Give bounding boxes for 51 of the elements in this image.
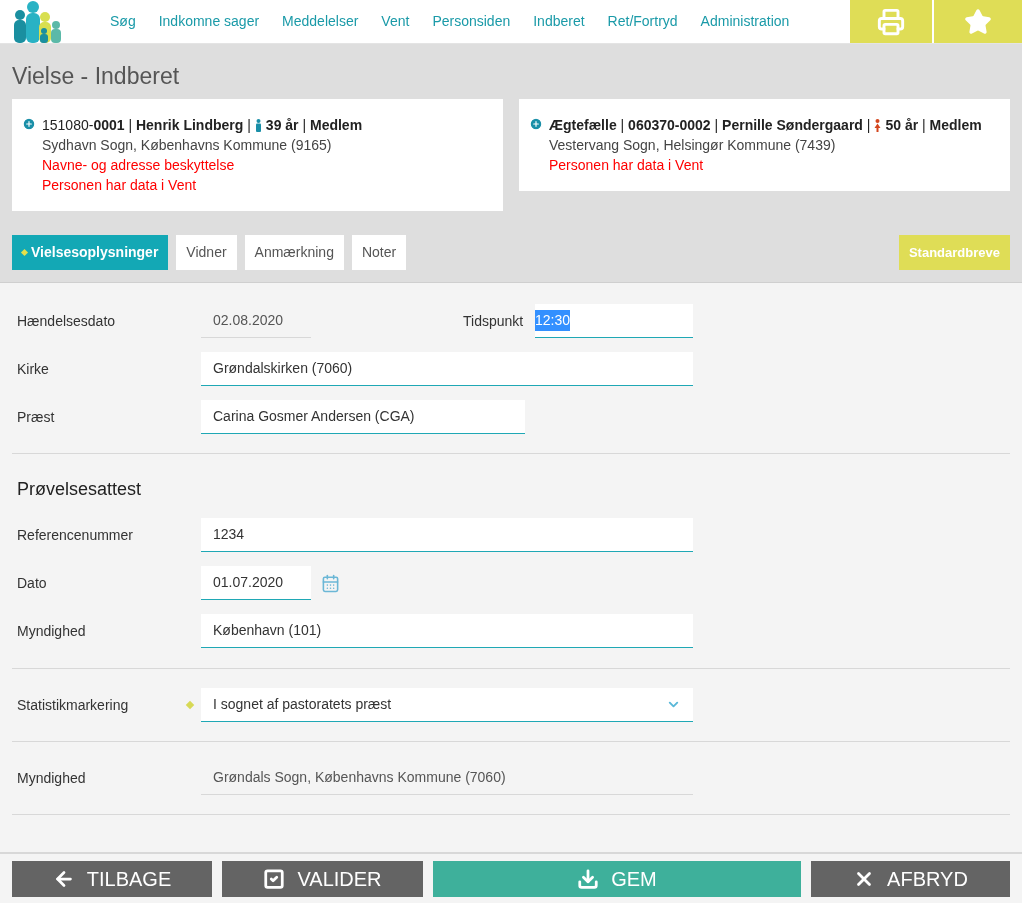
nav-link[interactable]: Vent	[381, 11, 410, 32]
warning-text: Personen har data i Vent	[549, 156, 705, 175]
field-label: Myndighed	[17, 770, 86, 786]
expand-icon[interactable]	[529, 117, 543, 131]
field-label: Myndighed	[17, 623, 86, 639]
field-label: Tidspunkt	[463, 311, 525, 331]
page-title: Vielse - Indberet	[12, 62, 181, 90]
tab[interactable]: Anmærkning	[244, 235, 344, 270]
text-field[interactable]: 1234	[201, 518, 693, 552]
warning-text: Navne- og adresse beskyttelse	[42, 156, 236, 175]
nav-link[interactable]: Administration	[700, 11, 790, 32]
checkbox-icon	[263, 868, 286, 890]
tab[interactable]: Vidner	[176, 235, 237, 270]
time-value: 12:30	[535, 310, 571, 331]
field-label: Referencenummer	[17, 527, 133, 543]
select-field[interactable]: I sognet af pastoratets præst	[201, 688, 693, 722]
star-icon	[964, 7, 992, 36]
nav-link[interactable]: Indberet	[533, 11, 585, 32]
person-address: Sydhavn Sogn, Københavns Kommune (9165)	[42, 136, 333, 155]
field-label: Statistikmarkering	[17, 697, 129, 713]
calendar-icon[interactable]	[321, 573, 340, 593]
nav-link[interactable]: Ret/Fortryd	[607, 11, 678, 32]
print-icon	[877, 7, 905, 36]
section-title: Prøvelsesattest	[17, 478, 143, 501]
person-address: Vestervang Sogn, Helsingør Kommune (7439)	[549, 136, 837, 155]
text-field[interactable]: Carina Gosmer Andersen (CGA)	[201, 400, 525, 434]
cancel-button[interactable]: AFBRYD	[811, 861, 1010, 897]
warning-text: Personen har data i Vent	[42, 176, 198, 195]
person-summary: 50 år | Medlem	[885, 116, 982, 135]
text-field[interactable]: Grøndalskirken (7060)	[201, 352, 693, 386]
download-icon	[577, 868, 600, 890]
validate-button[interactable]: VALIDER	[222, 861, 423, 897]
nav-link[interactable]: Personsiden	[432, 11, 511, 32]
date-field[interactable]: 01.07.2020	[201, 566, 311, 600]
nav-link[interactable]: Søg	[110, 11, 136, 32]
person-summary: Ægtefælle | 060370-0002 | Pernille Søndergaard |	[549, 116, 871, 135]
tab[interactable]: Noter	[351, 235, 407, 270]
person-summary: 151080-0001 | Henrik Lindberg |	[42, 116, 251, 135]
field-label: Dato	[17, 575, 47, 591]
back-button[interactable]: TILBAGE	[12, 861, 212, 897]
field-label: Præst	[17, 409, 55, 425]
time-field[interactable]: 12:30	[535, 304, 693, 338]
text-field[interactable]: København (101)	[201, 614, 693, 648]
nav-link[interactable]: Meddelelser	[282, 11, 359, 32]
readonly-value: 02.08.2020	[201, 304, 311, 338]
person-summary: 39 år | Medlem	[265, 116, 363, 135]
expand-icon[interactable]	[22, 117, 36, 131]
readonly-value: Grøndals Sogn, Københavns Kommune (7060)	[201, 761, 693, 795]
field-label: Kirke	[17, 361, 49, 377]
nav-link[interactable]: Indkomne sager	[158, 11, 260, 32]
field-label: Hændelsesdato	[17, 313, 116, 329]
